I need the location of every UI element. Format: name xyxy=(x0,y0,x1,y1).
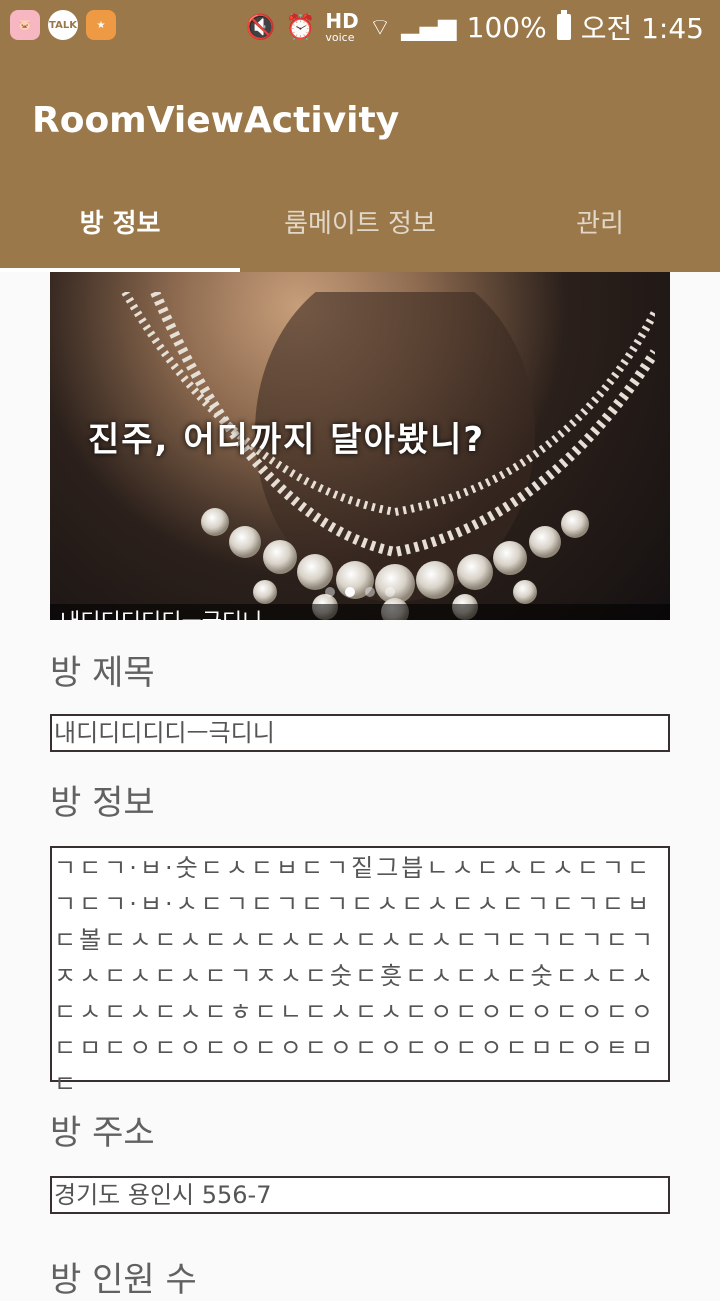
signal-icon: ▂▄▆ xyxy=(401,13,457,41)
page-title: RoomViewActivity xyxy=(32,100,400,141)
alarm-icon: ⏰ xyxy=(285,13,316,41)
clock: 오전 1:45 xyxy=(580,12,704,45)
status-bar: 🐷 TALK ★ 🔇 ⏰ HD voice ⌔ ▂▄▆ 100% 오전 1:45 xyxy=(0,0,720,50)
kakaotalk-icon: TALK xyxy=(48,10,78,40)
room-info-label: 방 정보 xyxy=(50,783,155,823)
page-dot[interactable] xyxy=(365,587,375,597)
room-info-field[interactable]: ㄱㄷㄱ·ㅂ·숫ㄷㅅㄷㅂㄷㄱ짙그븝ㄴㅅㄷㅅㄷㅅㄷㄱㄷㄱㄷㄱ·ㅂ·ㅅㄷㄱㄷㄱㄷㄱㄷㅅ… xyxy=(50,846,670,1098)
image-carousel[interactable]: 진주, 어디까지 달아봤니? 내디디디디디ㅡ극디니 ... xyxy=(50,272,670,620)
room-address-field[interactable]: 경기도 용인시 556-7 xyxy=(50,1176,670,1214)
game-app-icon: ★ xyxy=(86,10,116,40)
room-title-label: 방 제목 xyxy=(50,653,155,693)
room-title-field[interactable]: 내디디디디디ㅡ극디니 xyxy=(50,714,670,752)
page-indicator xyxy=(50,587,670,597)
tab-roommate-info[interactable]: 룸메이트 정보 xyxy=(240,170,480,272)
battery-icon xyxy=(556,10,571,40)
banner-text: 진주, 어디까지 달아봤니? xyxy=(88,420,486,460)
page-dot-active[interactable] xyxy=(345,587,355,597)
mute-icon: 🔇 xyxy=(245,13,276,41)
wifi-icon: ⌔ xyxy=(368,13,392,41)
voice-label: voice xyxy=(325,30,355,44)
page-dot[interactable] xyxy=(385,587,395,597)
room-address-label: 방 주소 xyxy=(50,1113,155,1153)
page-dot[interactable] xyxy=(325,587,335,597)
room-capacity-label: 방 인원 수 xyxy=(50,1260,197,1300)
tab-room-info[interactable]: 방 정보 xyxy=(0,170,240,272)
hd-voice-label: HD xyxy=(325,8,359,33)
battery-percent: 100% xyxy=(466,10,547,44)
pig-app-icon: 🐷 xyxy=(10,10,40,40)
tab-bar: 방 정보 룸메이트 정보 관리 xyxy=(0,170,720,272)
carousel-caption: 내디디디디디ㅡ극디니 ... xyxy=(50,604,670,620)
tab-manage[interactable]: 관리 xyxy=(480,170,720,272)
